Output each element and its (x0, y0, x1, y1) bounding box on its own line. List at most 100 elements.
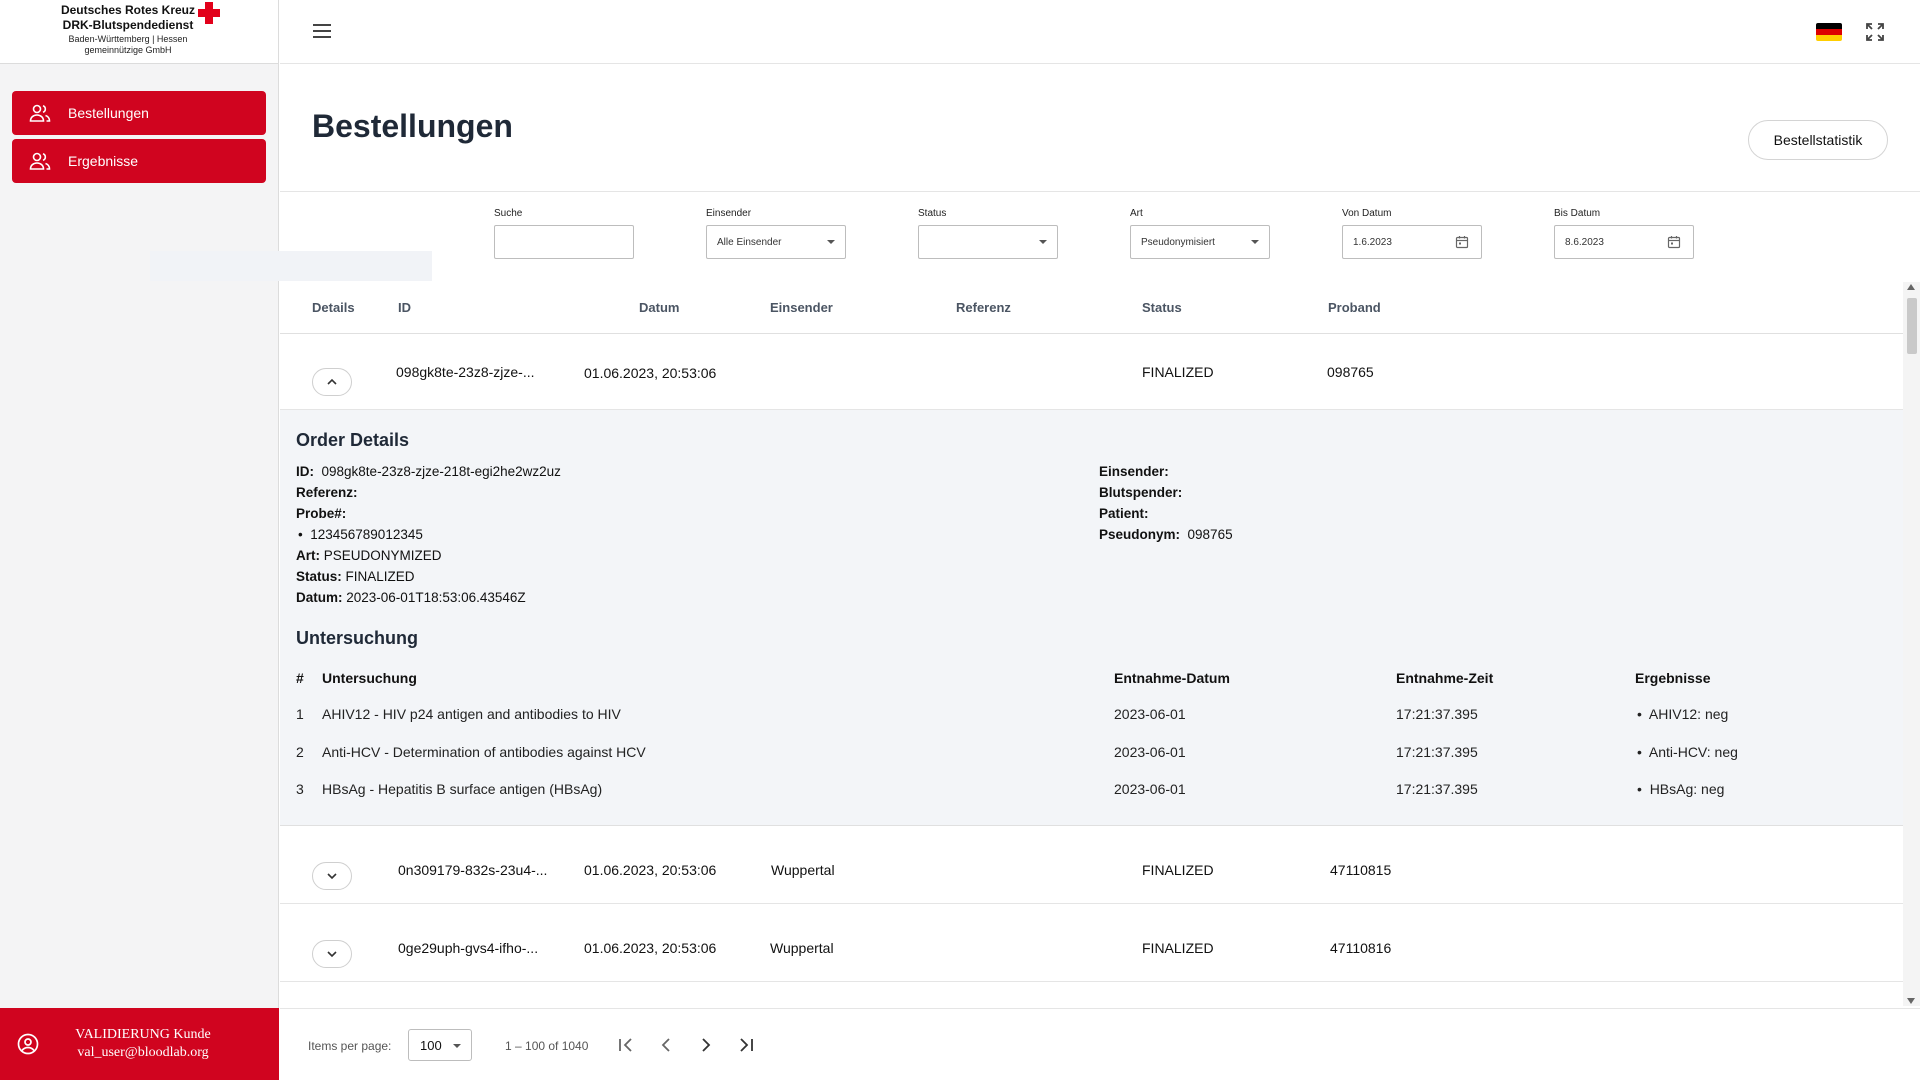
col-einsender[interactable]: Einsender (770, 300, 833, 315)
status-filter: Status (918, 208, 1058, 259)
user-profile[interactable]: VALIDIERUNG Kunde val_user@bloodlab.org (0, 1008, 279, 1080)
bestellstatistik-button[interactable]: Bestellstatistik (1748, 120, 1888, 160)
user-info: VALIDIERUNG Kunde val_user@bloodlab.org (58, 1026, 228, 1062)
row-id: 0n309179-832s-23u4-... (398, 862, 548, 878)
last-page-icon[interactable] (734, 1033, 758, 1057)
chevron-down-icon (327, 951, 337, 958)
row-proband: 47110815 (1330, 862, 1392, 878)
bis-datum-input[interactable]: 8.6.2023 (1554, 225, 1694, 259)
next-page-icon[interactable] (694, 1033, 718, 1057)
table-scrollbar[interactable] (1903, 282, 1920, 1006)
brand-line-2: DRK-Blutspendedienst (62, 18, 194, 32)
art-filter: Art Pseudonymisiert (1130, 208, 1270, 259)
fullscreen-icon[interactable] (1865, 22, 1885, 42)
calendar-icon[interactable] (1455, 235, 1469, 249)
col-details[interactable]: Details (312, 300, 355, 315)
col-referenz[interactable]: Referenz (956, 300, 1011, 315)
ut-row-result-value: HBsAg: neg (1649, 781, 1725, 797)
collapse-button[interactable] (312, 368, 352, 396)
detail-probe: Probe#: (296, 506, 346, 521)
von-datum-value: 1.6.2023 (1353, 236, 1392, 248)
row-proband: 47110816 (1330, 940, 1392, 956)
von-datum-filter: Von Datum 1.6.2023 (1342, 208, 1482, 259)
einsender-value: Alle Einsender (717, 236, 782, 248)
row-proband: 098765 (1327, 364, 1374, 380)
status-label: Status (918, 208, 947, 219)
detail-status-value: FINALIZED (345, 569, 415, 584)
detail-datum-value: 2023-06-01T18:53:06.43546Z (346, 590, 526, 605)
page-range: 1 – 100 of 1040 (505, 1039, 589, 1053)
row-status: FINALIZED (1142, 940, 1214, 956)
table-header: Details ID Datum Einsender Referenz Stat… (280, 282, 1903, 334)
col-proband[interactable]: Proband (1328, 300, 1381, 315)
ut-col-ergebnisse: Ergebnisse (1635, 670, 1711, 686)
search-filter: Suche (494, 208, 634, 259)
page-title: Bestellungen (312, 108, 513, 144)
ut-row-name: AHIV12 - HIV p24 antigen and antibodies … (322, 706, 621, 722)
detail-datum: Datum: 2023-06-01T18:53:06.43546Z (296, 590, 526, 605)
dropdown-arrow-icon (453, 1044, 461, 1048)
scroll-thumb[interactable] (1907, 298, 1917, 354)
row-status: FINALIZED (1142, 862, 1214, 878)
ut-row-result-value: AHIV12: neg (1648, 706, 1729, 722)
detail-pseudonym: Pseudonym: 098765 (1099, 527, 1233, 542)
ut-row-time: 17:21:37.395 (1396, 706, 1478, 722)
row-status: FINALIZED (1142, 364, 1214, 380)
detail-einsender-label: Einsender: (1099, 464, 1169, 479)
ut-row-time: 17:21:37.395 (1396, 744, 1478, 760)
row-datum: 01.06.2023, 20:53:06 (584, 365, 717, 381)
previous-page-icon[interactable] (654, 1033, 678, 1057)
von-datum-input[interactable]: 1.6.2023 (1342, 225, 1482, 259)
bis-datum-label: Bis Datum (1554, 208, 1601, 219)
first-page-icon[interactable] (614, 1033, 638, 1057)
paginator: Items per page: 100 1 – 100 of 1040 (280, 1008, 1920, 1080)
detail-art-value: PSEUDONYMIZED (323, 548, 442, 563)
row-einsender: Wuppertal (770, 940, 834, 956)
art-select[interactable]: Pseudonymisiert (1130, 225, 1270, 259)
scroll-up-arrow-icon[interactable] (1907, 284, 1915, 290)
page-size-select[interactable]: 100 (408, 1029, 472, 1061)
detail-id: ID: 098gk8te-23z8-zjze-218t-egi2he2wz2uz (296, 464, 561, 479)
detail-pseudonym-value: 098765 (1187, 527, 1233, 542)
detail-id-value: 098gk8te-23z8-zjze-218t-egi2he2wz2uz (321, 464, 561, 479)
page-header: Bestellungen Bestellstatistik (280, 64, 1920, 192)
art-label: Art (1130, 208, 1143, 219)
sidebar-item-bestellungen[interactable]: Bestellungen (12, 91, 266, 135)
search-input[interactable] (494, 225, 634, 259)
col-id[interactable]: ID (398, 300, 411, 315)
status-select[interactable] (918, 225, 1058, 259)
detail-status: Status: FINALIZED (296, 569, 415, 584)
ut-row-result: • Anti-HCV: neg (1637, 744, 1738, 760)
table-row[interactable]: 098gk8te-23z8-zjze-... 01.06.2023, 20:53… (280, 334, 1903, 410)
brand-line-1: Deutsches Rotes Kreuz (60, 3, 196, 17)
sidebar: Deutsches Rotes Kreuz DRK-Blutspendedien… (0, 0, 279, 1080)
dropdown-arrow-icon (827, 240, 835, 244)
brand-logo[interactable]: Deutsches Rotes Kreuz DRK-Blutspendedien… (0, 0, 278, 64)
einsender-select[interactable]: Alle Einsender (706, 225, 846, 259)
search-label: Suche (494, 208, 523, 219)
user-name: VALIDIERUNG Kunde (75, 1027, 211, 1042)
detail-referenz: Referenz: (296, 485, 358, 500)
items-per-page-label: Items per page: (308, 1039, 392, 1053)
expand-button[interactable] (312, 862, 352, 890)
ut-col-entnahme-zeit: Entnahme-Zeit (1396, 670, 1494, 686)
col-status[interactable]: Status (1142, 300, 1182, 315)
ut-row-date: 2023-06-01 (1114, 744, 1186, 760)
detail-probe-value: 123456789012345 (310, 527, 423, 542)
row-id: 098gk8te-23z8-zjze-... (396, 364, 535, 380)
expand-button[interactable] (312, 940, 352, 968)
brand-line-3: Baden-Württemberg | Hessen (68, 34, 188, 44)
calendar-icon[interactable] (1667, 235, 1681, 249)
table-row[interactable]: 0ge29uph-gvs4-ifho-... 01.06.2023, 20:53… (280, 904, 1903, 982)
ut-col-untersuchung: Untersuchung (322, 670, 417, 686)
table-row[interactable]: 0n309179-832s-23u4-... 01.06.2023, 20:53… (280, 826, 1903, 904)
chevron-down-icon (327, 873, 337, 880)
ut-row-date: 2023-06-01 (1114, 706, 1186, 722)
german-flag-icon[interactable] (1816, 23, 1842, 41)
scroll-down-arrow-icon[interactable] (1907, 998, 1915, 1004)
detail-blutspender-label: Blutspender: (1099, 485, 1183, 500)
sidebar-item-ergebnisse[interactable]: Ergebnisse (12, 139, 266, 183)
col-datum[interactable]: Datum (639, 300, 679, 315)
ut-col-number: # (296, 670, 304, 686)
menu-icon[interactable] (312, 22, 332, 40)
